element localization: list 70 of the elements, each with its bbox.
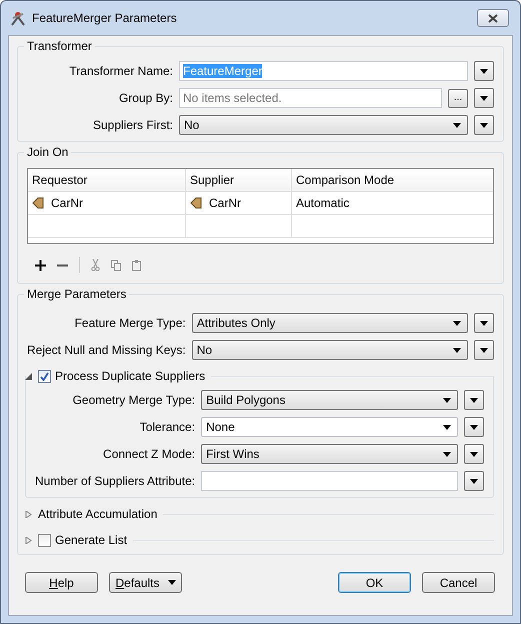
input-field[interactable] [201, 471, 458, 491]
dropdown[interactable]: Attributes Only [192, 313, 468, 333]
column-header[interactable]: Comparison Mode [292, 169, 493, 191]
close-icon [488, 14, 498, 22]
dropdown[interactable]: No [179, 115, 468, 135]
caret-icon [470, 398, 478, 402]
add-icon[interactable] [35, 260, 46, 270]
field-label: Group By: [118, 90, 173, 106]
checkbox[interactable] [38, 534, 51, 546]
menu-button[interactable] [474, 61, 494, 81]
caret-icon [453, 122, 461, 128]
dialog-button[interactable]: OK [338, 572, 411, 593]
expand-icon[interactable] [25, 510, 32, 518]
checkbox[interactable] [38, 370, 51, 382]
menu-button[interactable] [474, 115, 494, 135]
menu-button[interactable] [474, 88, 494, 108]
field-label: Suppliers First: [92, 117, 173, 133]
caret-icon [443, 398, 451, 402]
attribute-icon [190, 197, 202, 209]
menu-button[interactable] [474, 313, 494, 333]
caret-icon [480, 68, 488, 74]
table-cell[interactable]: CarNr [28, 192, 186, 214]
dropdown[interactable]: No [192, 340, 468, 360]
selected-text: FeatureMerger [183, 64, 262, 78]
column-header[interactable]: Requestor [28, 169, 186, 191]
field-label: Connect Z Mode: [102, 446, 196, 462]
browse-button[interactable]: ... [448, 88, 468, 108]
section-label[interactable]: Attribute Accumulation [38, 507, 158, 521]
caret-icon [470, 452, 478, 456]
table-cell[interactable]: Automatic [292, 192, 493, 214]
dropdown[interactable]: Build Polygons [201, 390, 458, 410]
dialog-button[interactable]: Help [25, 572, 98, 593]
field-label: Number of Suppliers Attribute: [35, 473, 196, 489]
field-label: Geometry Merge Type: [72, 392, 196, 408]
menu-button[interactable] [464, 444, 484, 464]
dialog-button[interactable]: Cancel [422, 572, 495, 593]
input-field[interactable]: No items selected. [179, 88, 442, 108]
caret-icon [443, 424, 451, 430]
caret-icon [480, 96, 488, 100]
caret-icon [470, 478, 478, 484]
caret-icon [453, 348, 461, 352]
section-label[interactable]: Generate List [55, 533, 128, 547]
check-icon [40, 372, 49, 380]
caret-icon [168, 580, 176, 585]
caret-icon [453, 320, 461, 326]
menu-button[interactable] [474, 340, 494, 360]
app-icon [10, 10, 26, 26]
section-label[interactable]: Process Duplicate Suppliers [55, 369, 206, 383]
attribute-icon [32, 197, 44, 209]
caret-icon [470, 424, 478, 430]
field-label: Feature Merge Type: [74, 315, 186, 331]
dialog-button[interactable]: Defaults [109, 572, 182, 593]
menu-button[interactable] [464, 471, 484, 491]
menu-button[interactable] [464, 417, 484, 437]
table-cell[interactable]: CarNr [186, 192, 292, 214]
caret-icon [480, 348, 488, 352]
collapse-icon[interactable] [25, 372, 32, 380]
close-button[interactable] [477, 9, 509, 27]
caret-icon [443, 452, 451, 456]
caret-icon [480, 320, 488, 326]
dropdown[interactable]: None [201, 417, 458, 437]
expand-icon[interactable] [25, 536, 32, 544]
caret-icon [480, 122, 488, 128]
field-label: Tolerance: [138, 419, 196, 435]
window-title: FeatureMerger Parameters [32, 11, 178, 25]
column-header[interactable]: Supplier [186, 169, 292, 191]
dropdown[interactable]: First Wins [201, 444, 458, 464]
field-label: Reject Null and Missing Keys: [27, 342, 186, 358]
field-label: Transformer Name: [68, 63, 173, 79]
menu-button[interactable] [464, 390, 484, 410]
